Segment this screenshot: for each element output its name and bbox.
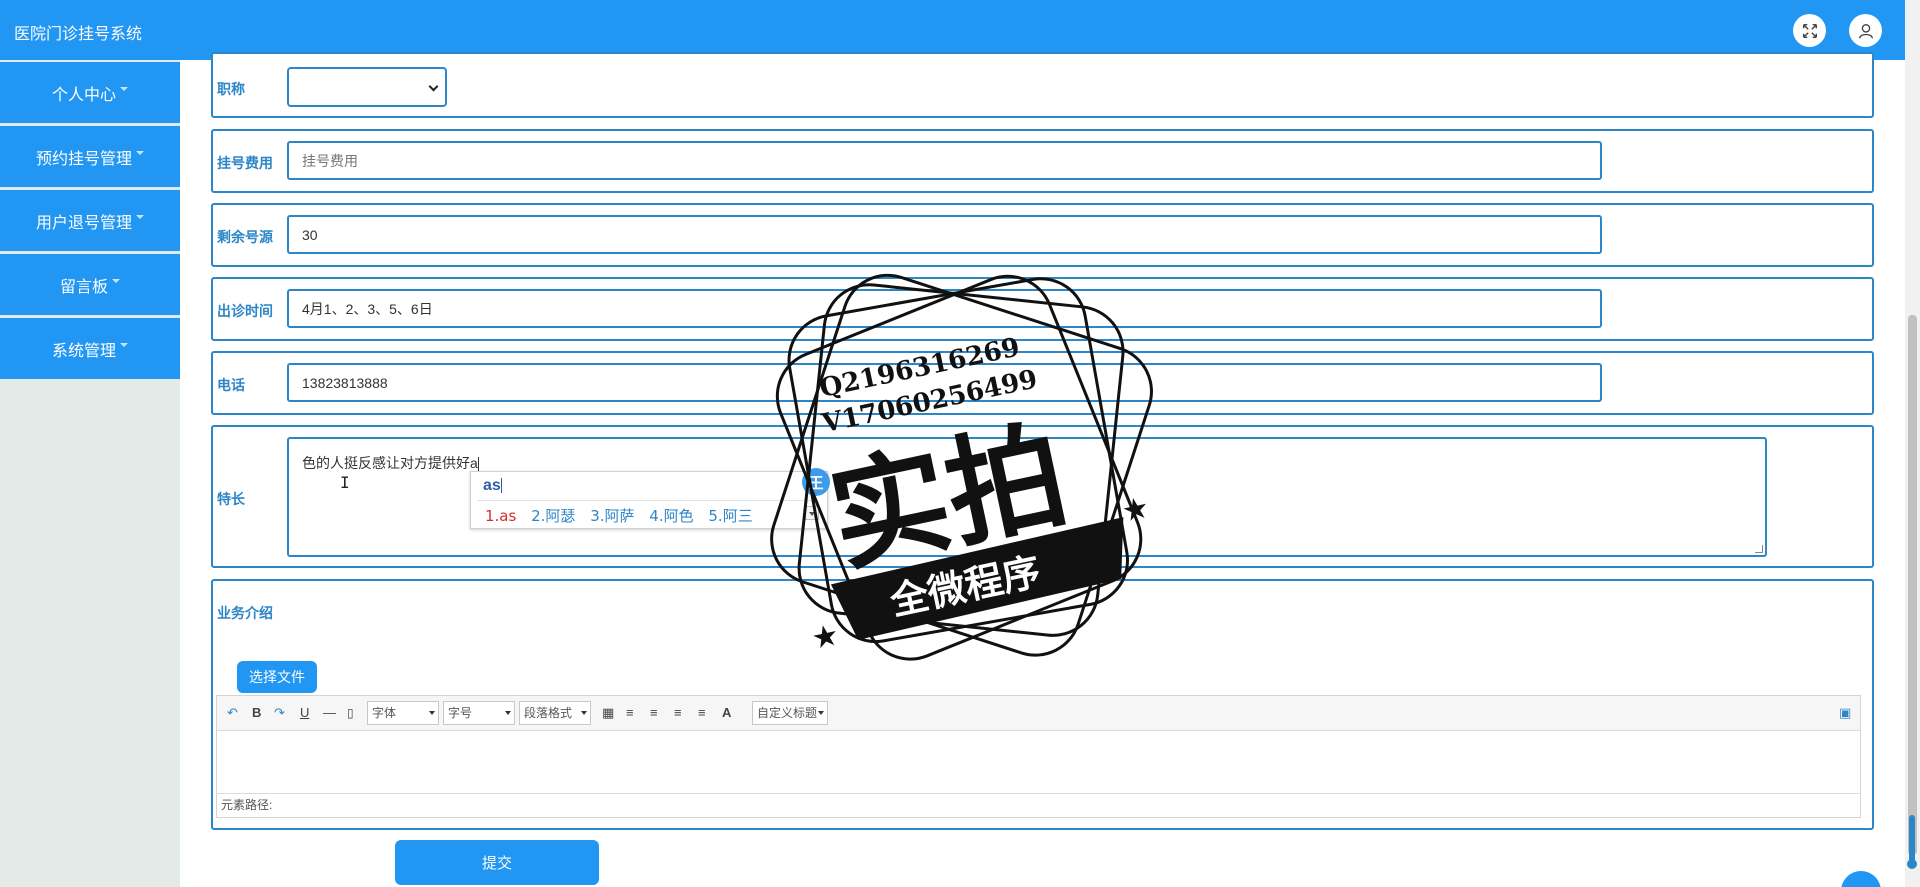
sidebar: 个人中心 预约挂号管理 用户退号管理 留言板 系统管理 — [0, 60, 180, 887]
ibeam-cursor-icon: I — [340, 473, 350, 492]
schedule-label: 出诊时间 — [217, 303, 273, 319]
specialty-text: 色的人挺反感让对方提供好a — [302, 455, 478, 471]
rich-text-editor: ↶ B ↷ U — ▯ 字体 字号 段落格式 ▦ ≡ ≡ ≡ ≡ A 自定义标题… — [216, 695, 1861, 818]
ime-composition: as — [483, 477, 502, 495]
phone-label: 电话 — [217, 377, 245, 393]
specialty-label: 特长 — [217, 491, 245, 507]
top-bar: 医院门诊挂号系统 — [0, 0, 1905, 60]
ime-candidate[interactable]: 2.阿瑟 — [531, 507, 575, 525]
star-icon: ★ — [1119, 491, 1152, 529]
sidebar-item-personal-center[interactable]: 个人中心 — [0, 62, 180, 123]
business-label: 业务介绍 — [217, 605, 273, 621]
paragraph-format-select-label: 段落格式 — [524, 706, 573, 720]
chevron-down-icon — [818, 711, 824, 715]
ime-candidate[interactable]: 1.as — [485, 507, 516, 525]
underline-icon[interactable]: U — [300, 705, 309, 721]
chevron-down-icon — [429, 711, 435, 715]
title-label: 职称 — [217, 81, 245, 97]
chevron-down-icon — [505, 711, 511, 715]
editor-element-path: 元素路径: — [217, 793, 1860, 817]
submit-button[interactable]: 提交 — [395, 840, 599, 885]
align-justify-icon[interactable]: ≡ — [698, 705, 706, 721]
ime-candidate-list: 1.as 2.阿瑟 3.阿萨 4.阿色 5.阿三 — [485, 505, 763, 526]
chevron-down-icon — [428, 81, 439, 92]
sidebar-item-system-management[interactable]: 系统管理 — [0, 318, 180, 379]
horizontal-rule-icon[interactable]: — — [323, 705, 336, 721]
fullscreen-icon — [1802, 23, 1817, 38]
choose-file-button[interactable]: 选择文件 — [237, 661, 317, 693]
sidebar-item-appointment-management[interactable]: 预约挂号管理 — [0, 126, 180, 187]
scroll-indicator-icon — [1907, 815, 1917, 869]
paragraph-format-select[interactable]: 段落格式 — [519, 701, 591, 725]
sidebar-item-label: 用户退号管理 — [35, 214, 132, 232]
star-icon: ★ — [809, 618, 842, 656]
redo-icon[interactable]: ↷ — [274, 705, 285, 721]
remaining-input[interactable]: 30 — [287, 215, 1602, 254]
user-menu-button[interactable] — [1849, 14, 1882, 47]
watermark-stamp: Q2196316269 V17060256499 实拍 全微程序 ★ ★ — [770, 273, 1153, 661]
caret-down-icon — [112, 278, 120, 283]
remaining-label: 剩余号源 — [217, 229, 273, 245]
fee-input[interactable]: 挂号费用 — [287, 141, 1602, 180]
sidebar-item-message-board[interactable]: 留言板 — [0, 254, 180, 315]
undo-icon[interactable]: ↶ — [227, 705, 238, 721]
form-row-title: 职称 — [211, 52, 1874, 118]
sidebar-item-cancellation-management[interactable]: 用户退号管理 — [0, 190, 180, 251]
title-select[interactable] — [287, 67, 447, 107]
fullscreen-button[interactable] — [1793, 14, 1826, 47]
editor-toolbar: ↶ B ↷ U — ▯ 字体 字号 段落格式 ▦ ≡ ≡ ≡ ≡ A 自定义标题… — [217, 696, 1860, 731]
align-center-icon[interactable]: ≡ — [674, 705, 682, 721]
resize-handle[interactable] — [1755, 545, 1763, 553]
chevron-down-icon — [581, 711, 587, 715]
editor-content-area[interactable] — [217, 732, 1860, 792]
custom-title-select[interactable]: 自定义标题 — [752, 701, 828, 725]
caret-down-icon — [136, 150, 144, 155]
scrollbar-thumb[interactable] — [1908, 315, 1917, 855]
sidebar-item-label: 留言板 — [59, 278, 108, 296]
text-caret — [477, 456, 479, 472]
caret-down-icon — [120, 342, 128, 347]
font-size-select-label: 字号 — [448, 706, 473, 720]
bold-icon[interactable]: B — [252, 705, 261, 721]
ime-composition-text: as — [483, 477, 501, 494]
custom-title-select-label: 自定义标题 — [757, 706, 818, 720]
page-scrollbar[interactable] — [1905, 0, 1920, 887]
align-right-icon[interactable]: ≡ — [650, 705, 658, 721]
caret-down-icon — [120, 86, 128, 91]
source-view-icon[interactable]: ▣ — [1839, 705, 1851, 721]
sidebar-item-label: 系统管理 — [51, 342, 116, 360]
user-icon — [1858, 23, 1873, 38]
ime-caret — [500, 478, 502, 494]
caret-down-icon — [136, 214, 144, 219]
font-family-select[interactable]: 字体 — [367, 701, 439, 725]
fee-label: 挂号费用 — [217, 155, 273, 171]
font-size-select[interactable]: 字号 — [443, 701, 515, 725]
table-icon[interactable]: ▦ — [602, 705, 614, 721]
font-family-select-label: 字体 — [372, 706, 397, 720]
sidebar-item-label: 预约挂号管理 — [35, 150, 132, 168]
sidebar-item-label: 个人中心 — [51, 86, 116, 104]
ime-candidate[interactable]: 4.阿色 — [649, 507, 693, 525]
document-icon[interactable]: ▯ — [347, 705, 354, 721]
ime-candidate[interactable]: 3.阿萨 — [590, 507, 634, 525]
app-title: 医院门诊挂号系统 — [14, 26, 143, 43]
align-left-icon[interactable]: ≡ — [626, 705, 634, 721]
font-color-icon[interactable]: A — [722, 705, 731, 721]
